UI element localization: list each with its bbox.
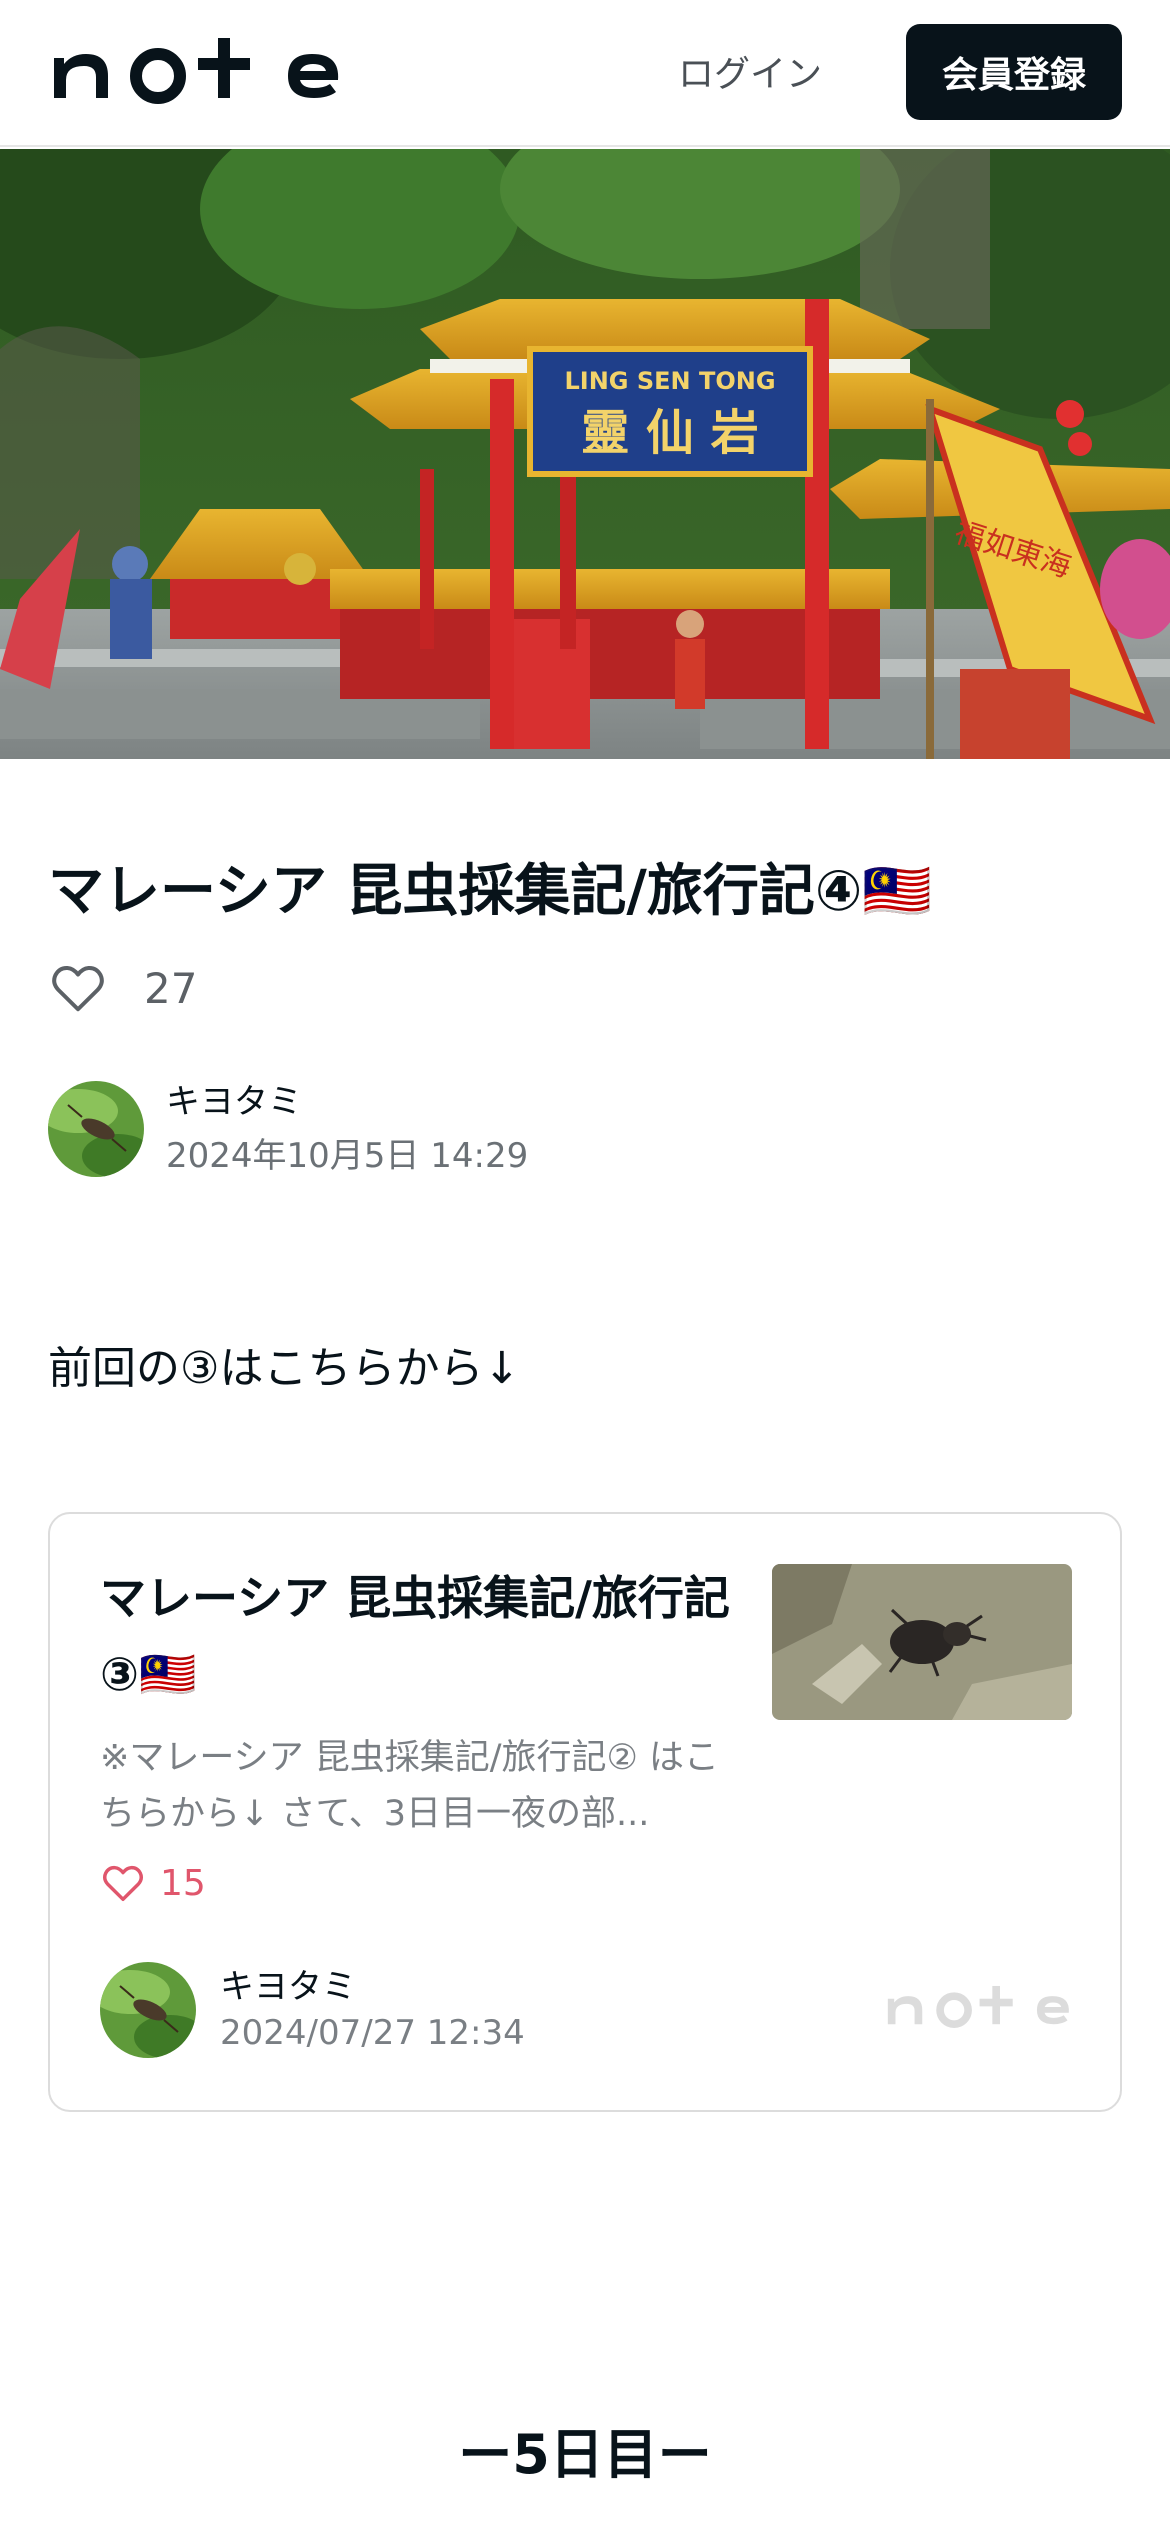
beetle-photo	[772, 1564, 1072, 1720]
heart-outline-icon	[103, 1865, 143, 1902]
published-date: 2024年10月5日 14:29	[166, 1136, 529, 1176]
embed-like-count: 15	[160, 1862, 206, 1904]
embed-author-name: キヨタミ	[220, 1967, 356, 2007]
site-header: ログイン 会員登録	[0, 0, 1170, 147]
temple-photo: LING SEN TONG 靈 仙 岩 福如東海	[0, 149, 1170, 759]
section-heading: ー5日目ー	[458, 2423, 712, 2486]
embed-title[interactable]: マレーシア 昆虫採集記/旅行記③🇲🇾	[100, 1560, 750, 1712]
embed-author-block: キヨタミ 2024/07/27 12:34	[100, 1962, 525, 2058]
embed-like-row: 15	[100, 1860, 206, 1906]
like-row: 27	[48, 958, 197, 1018]
embed-thumbnail	[772, 1564, 1072, 1720]
login-link[interactable]: ログイン	[640, 38, 860, 104]
heart-outline-icon[interactable]	[48, 958, 108, 1018]
note-logo[interactable]	[48, 36, 343, 106]
temple-sign-chinese: 靈 仙 岩	[581, 405, 758, 461]
temple-sign-roman: LING SEN TONG	[564, 367, 775, 395]
avatar-image	[48, 1081, 144, 1177]
intro-paragraph: 前回の③はこちらから↓	[48, 1343, 521, 1394]
author-block[interactable]: キヨタミ 2024年10月5日 14:29	[48, 1078, 528, 1180]
avatar	[100, 1962, 196, 2058]
article-title: マレーシア 昆虫採集記/旅行記④🇲🇾	[48, 859, 932, 924]
hero-image: LING SEN TONG 靈 仙 岩 福如東海	[0, 149, 1170, 759]
author-name[interactable]: キヨタミ	[166, 1078, 528, 1126]
avatar[interactable]	[48, 1081, 144, 1177]
embed-date: 2024/07/27 12:34	[220, 2013, 525, 2053]
note-logo-watermark	[887, 1985, 1069, 2029]
embedded-article-card[interactable]: マレーシア 昆虫採集記/旅行記③🇲🇾 ※マレーシア 昆虫採集記/旅行記② はこち…	[48, 1512, 1122, 2112]
avatar-image	[100, 1962, 196, 2058]
embed-excerpt: ※マレーシア 昆虫採集記/旅行記② はこちらから↓ さて、3日目一夜の部...	[100, 1738, 720, 1834]
like-count: 27	[144, 963, 198, 1013]
signup-button[interactable]: 会員登録	[906, 24, 1122, 120]
